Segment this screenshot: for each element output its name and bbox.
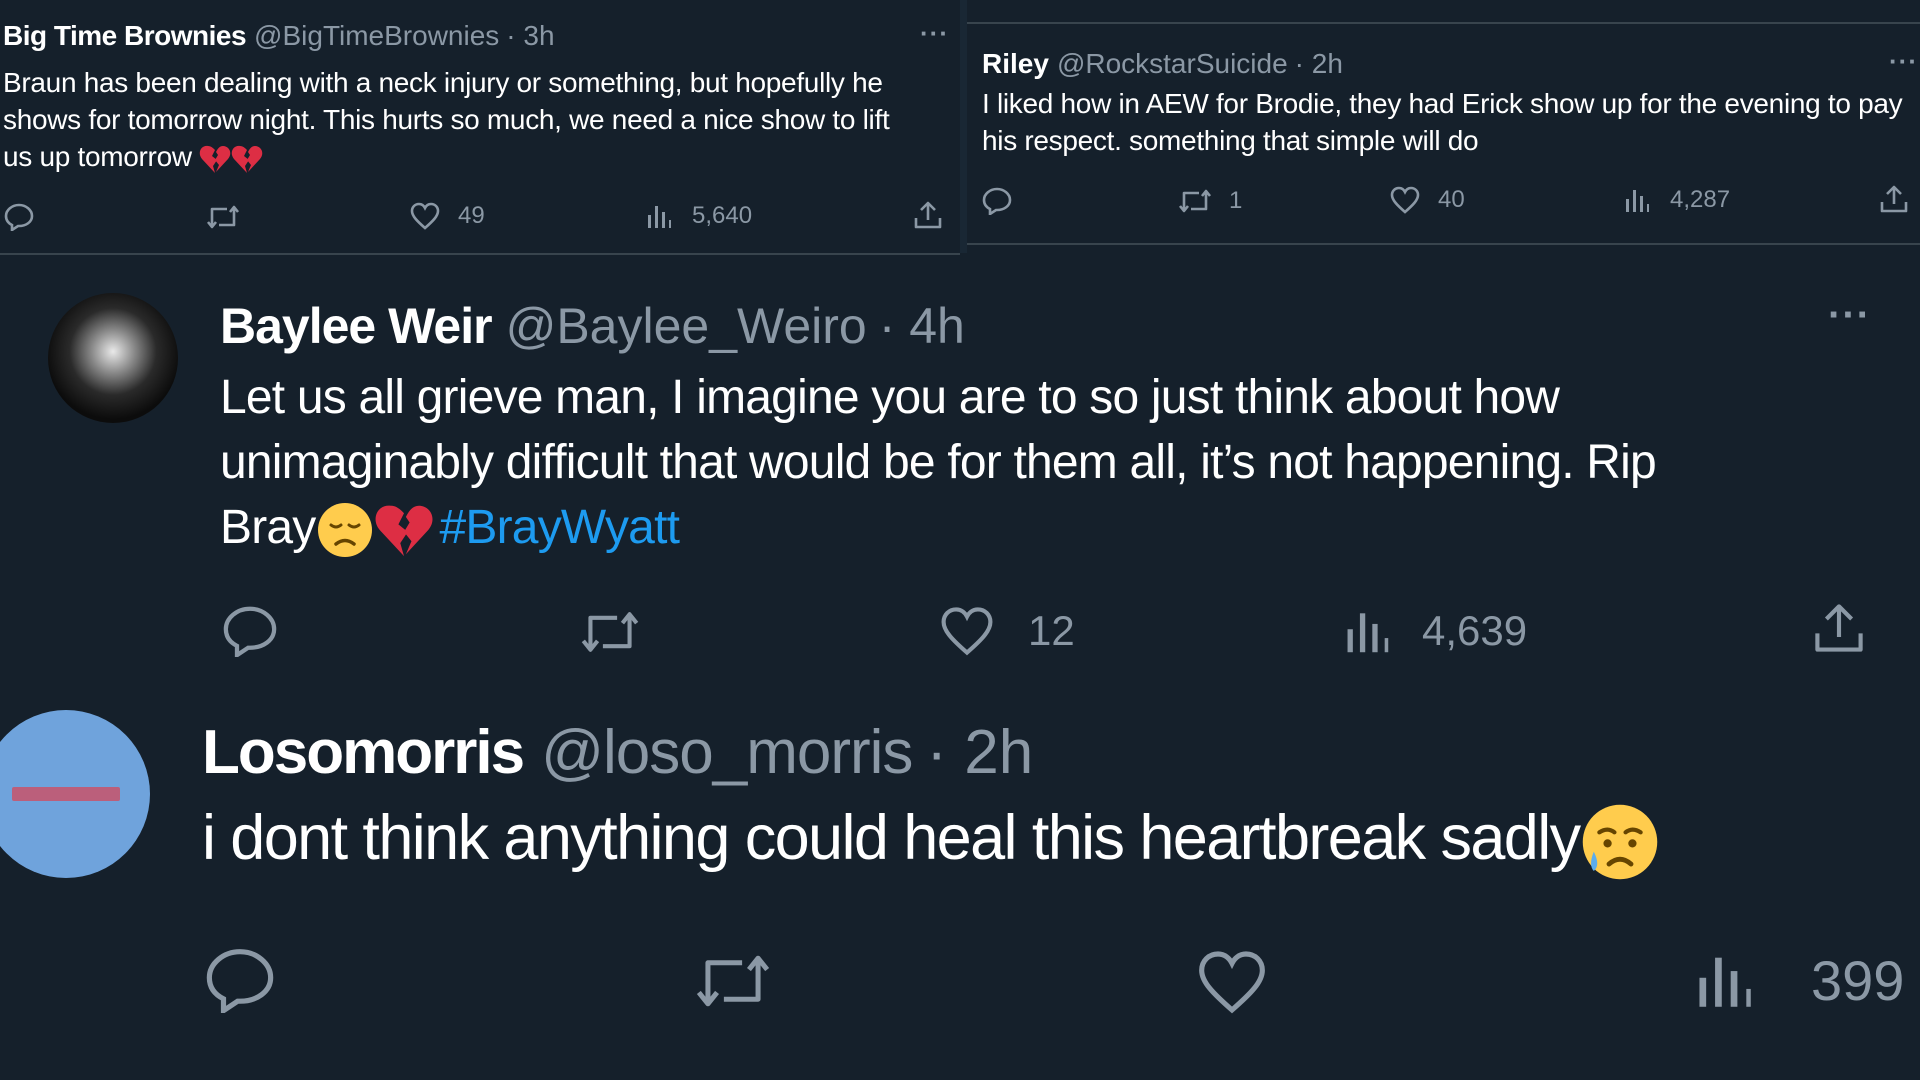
tweet-text-line: i dont think anything could heal this he… [202, 803, 1581, 873]
tweet-riley[interactable]: Riley @RockstarSuicide · 2h ··· I liked … [967, 22, 1920, 245]
retweet-button[interactable] [692, 949, 774, 1013]
tweet-text: Let us all grieve man, I imagine you are… [220, 365, 1657, 560]
author-name[interactable]: Riley [982, 48, 1049, 80]
views-icon [1347, 613, 1389, 653]
reply-button[interactable] [982, 187, 1012, 215]
view-count: 4,287 [1670, 186, 1731, 213]
tweet-text-line: I liked how in AEW for Brodie, they had … [982, 88, 1903, 119]
like-button[interactable]: 12 [940, 605, 1075, 657]
like-icon [1199, 951, 1265, 1014]
author-name[interactable]: Losomorris [202, 717, 525, 788]
views-button[interactable]: 399 [1695, 947, 1904, 1013]
broken-heart-icon [200, 145, 231, 173]
like-count: 49 [458, 202, 485, 229]
reply-icon [982, 187, 1012, 215]
retweet-button[interactable]: 1 [1177, 187, 1242, 215]
retweet-icon [206, 205, 240, 229]
view-count: 5,640 [692, 202, 753, 229]
author-handle[interactable]: @loso_morris [541, 717, 913, 788]
author-name[interactable]: Big Time Brownies [3, 20, 247, 52]
view-count: 4,639 [1422, 607, 1528, 654]
reply-icon [223, 606, 277, 657]
tweet-text: i dont think anything could heal this he… [202, 802, 1660, 882]
retweet-button[interactable] [205, 203, 241, 231]
retweet-icon [1178, 189, 1212, 213]
views-icon [1626, 190, 1649, 212]
views-button[interactable]: 4,287 [1624, 186, 1730, 214]
reply-button[interactable] [204, 947, 276, 1013]
share-button[interactable] [1812, 601, 1866, 655]
tweet-time[interactable]: · 2h [926, 717, 1033, 788]
retweet-icon [696, 955, 770, 1007]
views-button[interactable]: 5,640 [646, 202, 752, 230]
like-icon [941, 607, 993, 656]
tweet-time[interactable]: · 2h [1295, 48, 1343, 80]
tweet-text: I liked how in AEW for Brodie, they had … [982, 85, 1903, 159]
views-icon [648, 206, 671, 228]
broken-heart-icon [232, 145, 263, 173]
views-button[interactable]: 4,639 [1344, 605, 1527, 657]
tweet-text-line: Bray #BrayWyatt [220, 495, 1656, 560]
tweet-text-line: his respect. something that simple will … [982, 125, 1479, 156]
tweet-text-line: unimaginably difficult that would be for… [220, 436, 1657, 489]
like-button[interactable]: 40 [1390, 186, 1465, 214]
reply-button[interactable] [222, 605, 278, 657]
view-count: 399 [1811, 948, 1905, 1012]
share-button[interactable] [913, 200, 943, 230]
reply-icon [206, 949, 274, 1013]
like-count: 40 [1438, 186, 1465, 213]
sad-face-icon [317, 503, 372, 558]
share-icon [1880, 185, 1908, 213]
like-icon [410, 202, 440, 230]
tweet-text-line: Let us all grieve man, I imagine you are… [220, 371, 1560, 424]
author-handle[interactable]: @Baylee_Weiro [506, 297, 867, 355]
broken-heart-icon [375, 505, 432, 557]
share-icon [1815, 604, 1863, 652]
hashtag-link[interactable]: #BrayWyatt [440, 501, 680, 554]
tweet-header: Big Time Brownies @BigTimeBrownies · 3h [3, 20, 555, 52]
avatar-logo [12, 787, 120, 801]
more-icon[interactable]: ··· [1889, 46, 1918, 77]
like-button[interactable] [1197, 949, 1267, 1015]
reply-icon [4, 203, 34, 231]
like-icon [1390, 186, 1420, 214]
zoomed-replies: Baylee Weir @Baylee_Weiro · 4h ··· Let u… [0, 255, 1920, 1080]
tweet-header: Losomorris @loso_morris · 2h [202, 717, 1033, 788]
column-divider [960, 0, 967, 253]
avatar[interactable] [48, 293, 178, 423]
tweet-time[interactable]: · 4h [879, 297, 965, 355]
tweet-time[interactable]: · 3h [506, 20, 554, 52]
tweet-text: Braun has been dealing with a neck injur… [3, 64, 890, 175]
tweet-header: Riley @RockstarSuicide · 2h [982, 48, 1343, 80]
tweet-text-line: us up tomorrow [3, 138, 889, 175]
avatar[interactable] [0, 710, 150, 878]
share-button[interactable] [1879, 184, 1909, 214]
sad-face-icon [1582, 805, 1657, 880]
author-handle[interactable]: @BigTimeBrownies [254, 20, 499, 52]
like-count: 12 [1028, 607, 1075, 654]
author-handle[interactable]: @RockstarSuicide [1057, 48, 1288, 80]
retweet-icon [581, 612, 639, 652]
retweet-button[interactable] [578, 607, 642, 657]
like-button[interactable]: 49 [410, 202, 485, 230]
tweet-text-line: shows for tomorrow night. This hurts so … [3, 104, 890, 135]
tweet-big-time-brownies[interactable]: Big Time Brownies @BigTimeBrownies · 3h … [0, 0, 960, 255]
views-icon [1699, 957, 1751, 1007]
reply-button[interactable] [4, 203, 34, 231]
retweet-count: 1 [1229, 187, 1243, 214]
share-icon [914, 201, 942, 229]
author-name[interactable]: Baylee Weir [220, 297, 493, 355]
tweet-text-line: Braun has been dealing with a neck injur… [3, 67, 883, 98]
tweet-header: Baylee Weir @Baylee_Weiro · 4h [220, 297, 965, 355]
more-icon[interactable]: ··· [1828, 293, 1871, 338]
more-icon[interactable]: ··· [920, 18, 949, 49]
